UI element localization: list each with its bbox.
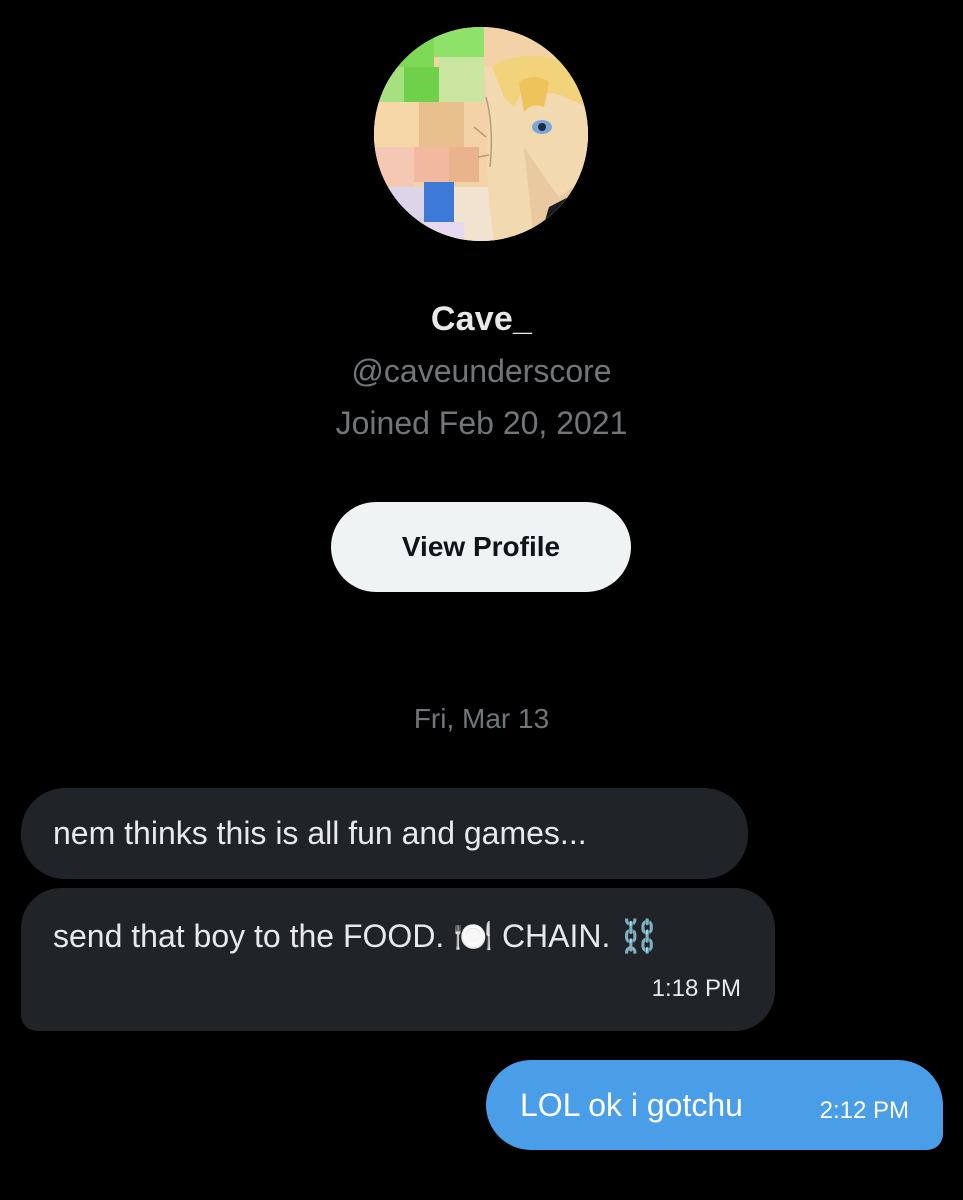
message-timestamp: 1:18 PM bbox=[651, 975, 741, 1002]
avatar-image bbox=[374, 27, 588, 241]
message-text: LOL ok i gotchu bbox=[520, 1086, 743, 1123]
message-text: send that boy to the FOOD. 🍽️ CHAIN. ⛓️ bbox=[53, 918, 660, 954]
message-text: nem thinks this is all fun and games... bbox=[53, 815, 587, 851]
display-name: Cave_ bbox=[430, 300, 533, 338]
joined-date: Joined Feb 20, 2021 bbox=[335, 405, 628, 441]
profile-avatar[interactable] bbox=[374, 27, 588, 241]
user-handle: @caveunderscore bbox=[351, 353, 612, 389]
view-profile-button[interactable]: View Profile bbox=[331, 502, 631, 592]
outgoing-message[interactable]: LOL ok i gotchu 2:12 PM bbox=[486, 1060, 943, 1150]
incoming-message[interactable]: nem thinks this is all fun and games... bbox=[21, 788, 748, 879]
message-timestamp: 2:12 PM bbox=[819, 1097, 909, 1124]
date-separator: Fri, Mar 13 bbox=[413, 703, 550, 734]
incoming-message[interactable]: send that boy to the FOOD. 🍽️ CHAIN. ⛓️ … bbox=[21, 888, 775, 1031]
